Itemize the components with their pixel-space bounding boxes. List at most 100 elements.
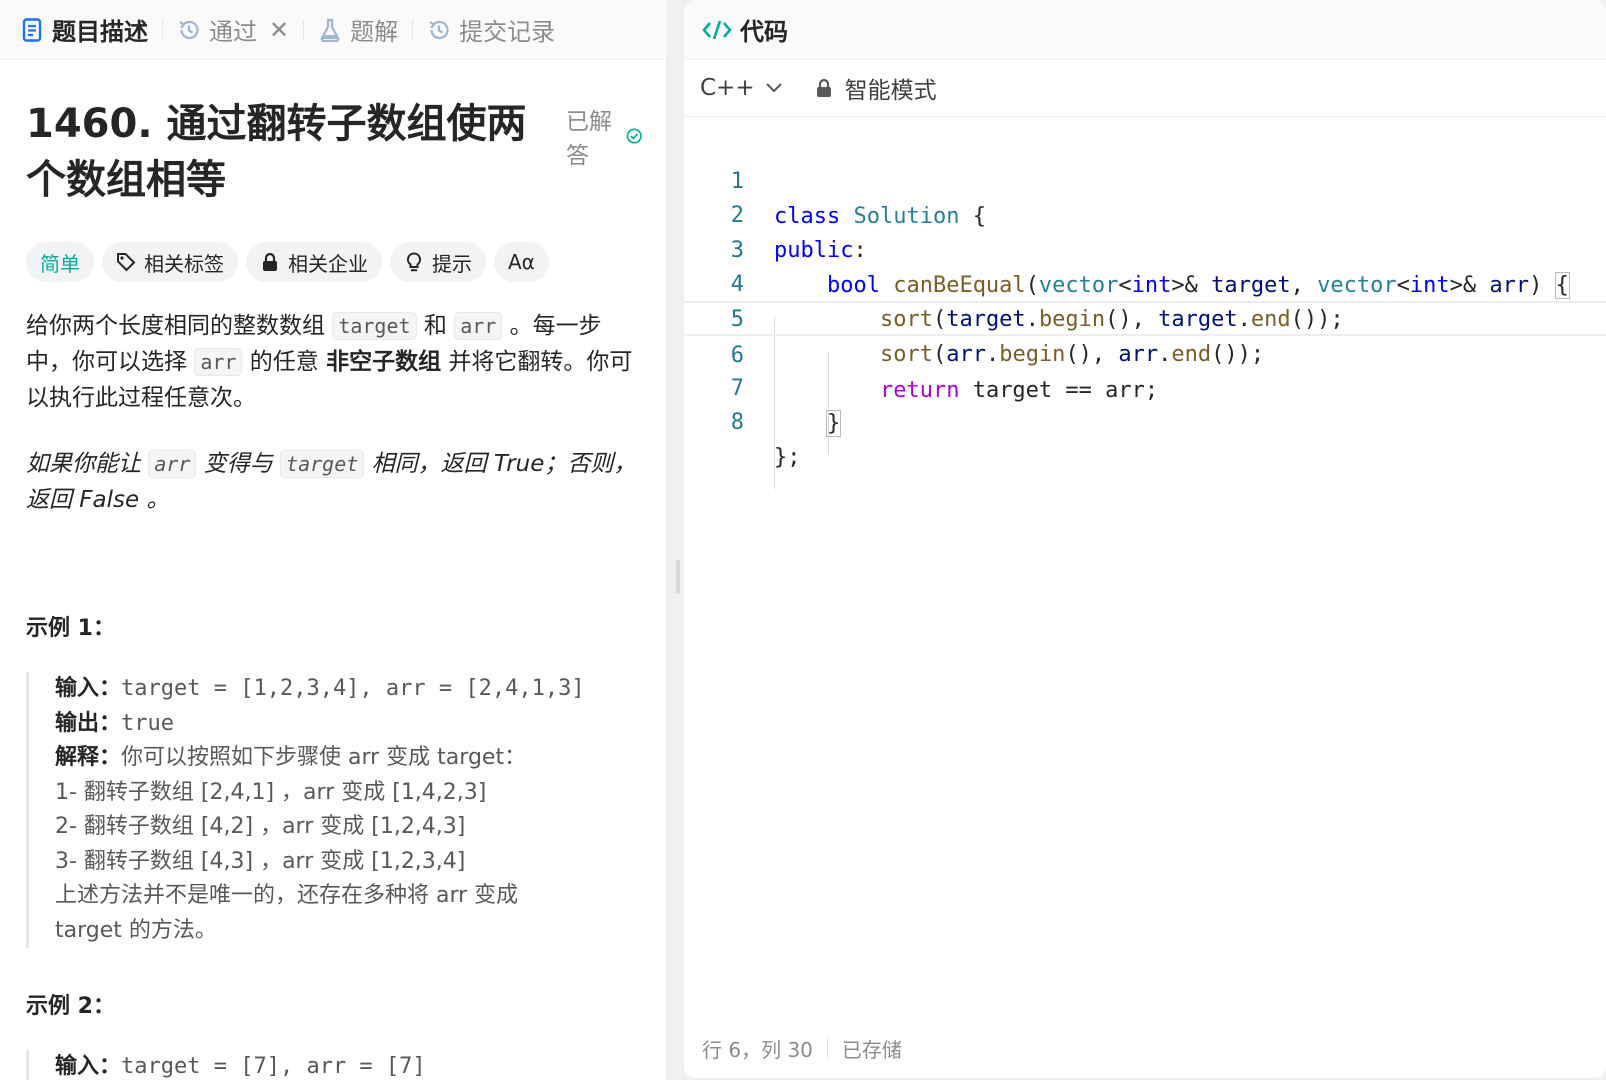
example-2-block: 输入：target = [7], arr = [7] bbox=[26, 1050, 642, 1080]
lightbulb-icon bbox=[404, 252, 424, 272]
inline-code: target bbox=[280, 450, 365, 478]
companies-button[interactable]: 相关企业 bbox=[246, 242, 382, 282]
tab-divider bbox=[412, 18, 414, 41]
tab-submissions[interactable]: 提交记录 bbox=[427, 0, 555, 60]
companies-label: 相关企业 bbox=[288, 251, 368, 276]
example-line: 解释：你可以按照如下步骤使 arr 变成 target： bbox=[55, 741, 642, 776]
close-icon[interactable]: ✕ bbox=[269, 16, 289, 44]
tab-accepted-label: 通过 bbox=[209, 18, 257, 46]
example-explain-text: 1- 翻转子数组 [2,4,1] ，arr 变成 [1,4,2,3] bbox=[55, 779, 487, 805]
statement-text: 给你两个长度相同的整数数组 bbox=[26, 313, 333, 339]
flask-icon bbox=[318, 17, 342, 43]
editor-status-bar: 行 6，列 30 已存储 bbox=[684, 1018, 1606, 1078]
example-explain-text: 3- 翻转子数组 [4,3] ，arr 变成 [1,2,3,4] bbox=[55, 848, 466, 874]
hint-label: 提示 bbox=[432, 251, 472, 276]
example-1-title: 示例 1： bbox=[26, 616, 115, 641]
statement-text: 变得与 bbox=[196, 451, 281, 477]
inline-code: arr bbox=[454, 312, 503, 340]
problem-return-statement: 如果你能让 arr 变得与 target 相同，返回 True；否则，返回 Fa… bbox=[26, 446, 642, 518]
problem-description: 1460. 通过翻转子数组使两个数组相等 已解答 简单 相关标签 相关企业 提示… bbox=[0, 96, 666, 1080]
problem-statement: 给你两个长度相同的整数数组 target 和 arr 。每一步中，你可以选择 a… bbox=[26, 308, 642, 416]
example-line: 输入：target = [7], arr = [7] bbox=[55, 1050, 642, 1080]
code-text: }; bbox=[774, 445, 801, 470]
save-status: 已存储 bbox=[841, 1037, 902, 1062]
inline-code: arr bbox=[194, 348, 243, 376]
statement-bold: 非空子数组 bbox=[326, 349, 442, 375]
language-label: C++ bbox=[700, 75, 755, 101]
code-line[interactable]: 4 sort(target.begin(), target.end()); bbox=[684, 232, 1606, 332]
example-explain-text: 上述方法并不是唯一的，还存在多种将 arr 变成 bbox=[55, 883, 519, 908]
font-size-icon: Aα bbox=[508, 250, 535, 274]
example-explain-text: target 的方法。 bbox=[55, 917, 217, 943]
language-select[interactable]: C++ bbox=[700, 75, 783, 101]
drag-grip[interactable] bbox=[676, 560, 680, 594]
tab-solutions-label: 题解 bbox=[350, 18, 399, 46]
example-input: target = [1,2,3,4], arr = [2,4,1,3] bbox=[121, 676, 585, 701]
example-explain-label: 解释： bbox=[55, 745, 122, 770]
code-line[interactable]: 1 class Solution { bbox=[684, 129, 1606, 229]
code-panel-title: 代码 bbox=[740, 18, 788, 46]
code-icon bbox=[702, 20, 732, 39]
example-output-label: 输出： bbox=[55, 710, 122, 736]
hint-button[interactable]: 提示 bbox=[390, 242, 486, 282]
line-number: 8 bbox=[730, 410, 744, 435]
code-text: } bbox=[825, 410, 842, 437]
solved-status: 已解答 bbox=[566, 102, 642, 170]
example-line: 输入：target = [1,2,3,4], arr = [2,4,1,3] bbox=[55, 672, 642, 707]
lock-icon bbox=[816, 78, 831, 97]
editor-toolbar: C++ 智能模式 bbox=[684, 60, 1606, 117]
difficulty-label: 简单 bbox=[40, 251, 80, 276]
smart-mode-label: 智能模式 bbox=[844, 78, 937, 104]
statement-text: 和 bbox=[416, 313, 455, 339]
status-divider bbox=[826, 1038, 828, 1058]
code-line[interactable]: 2 public: bbox=[684, 163, 1606, 263]
inline-code: target bbox=[332, 312, 417, 340]
code-line[interactable]: 8 }; bbox=[684, 370, 1606, 470]
example-1-block: 输入：target = [1,2,3,4], arr = [2,4,1,3] 输… bbox=[26, 672, 642, 948]
example-input-label: 输入： bbox=[55, 1054, 122, 1079]
tab-accepted[interactable]: 通过 ✕ bbox=[177, 0, 289, 60]
tab-divider bbox=[303, 18, 305, 41]
tab-description[interactable]: 题目描述 bbox=[20, 0, 148, 60]
code-editor[interactable]: 1 class Solution { 2 public: 3 bool canB… bbox=[684, 117, 1606, 997]
code-line[interactable]: 7 } bbox=[684, 336, 1606, 437]
problem-tabs: 题目描述 通过 ✕ 题解 提交记录 bbox=[0, 0, 666, 60]
history-icon bbox=[177, 17, 201, 43]
lock-icon bbox=[260, 252, 280, 272]
font-size-button[interactable]: Aα bbox=[494, 242, 549, 282]
example-explain-text: 你可以按照如下步骤使 arr 变成 target： bbox=[121, 745, 527, 770]
example-input-label: 输入： bbox=[55, 676, 122, 701]
tab-divider bbox=[162, 18, 163, 41]
inline-code: arr bbox=[148, 450, 197, 478]
problem-tags: 简单 相关标签 相关企业 提示 Aα bbox=[26, 242, 642, 282]
example-line: 输出：true bbox=[55, 707, 642, 742]
tab-submissions-label: 提交记录 bbox=[459, 18, 556, 46]
code-line[interactable]: 3 bool canBeEqual(vector<int>& target, v… bbox=[684, 198, 1606, 299]
code-panel: 代码 C++ 智能模式 1 class Solution { 2 public:… bbox=[684, 0, 1606, 1078]
solved-label: 已解答 bbox=[566, 109, 612, 169]
example-2-title: 示例 2： bbox=[26, 994, 115, 1019]
tab-solutions[interactable]: 题解 bbox=[318, 0, 398, 60]
chevron-down-icon bbox=[765, 83, 782, 93]
code-line-current[interactable]: 6 return target == arr; bbox=[684, 301, 1606, 403]
code-panel-header: 代码 bbox=[684, 0, 1606, 60]
problem-title[interactable]: 1460. 通过翻转子数组使两个数组相等 bbox=[26, 96, 546, 208]
difficulty-badge: 简单 bbox=[26, 242, 94, 282]
cursor-position: 行 6，列 30 bbox=[702, 1037, 813, 1062]
document-icon bbox=[20, 17, 44, 43]
problem-panel: 题目描述 通过 ✕ 题解 提交记录 1460. 通过翻转子数组使两个数组相等 已… bbox=[0, 0, 666, 1080]
example-input: target = [7], arr = [7] bbox=[121, 1054, 426, 1079]
check-circle-icon bbox=[626, 128, 642, 144]
example-output: true bbox=[121, 710, 174, 736]
related-tags-button[interactable]: 相关标签 bbox=[102, 242, 238, 282]
example-explain-text: 2- 翻转子数组 [4,2] ，arr 变成 [1,2,4,3] bbox=[55, 814, 466, 839]
tag-icon bbox=[116, 252, 136, 272]
tab-description-label: 题目描述 bbox=[52, 18, 148, 46]
statement-text: 的任意 bbox=[242, 349, 327, 375]
history-icon bbox=[427, 17, 451, 43]
code-line[interactable]: 5 sort(arr.begin(), arr.end()); bbox=[684, 267, 1606, 367]
related-tags-label: 相关标签 bbox=[144, 251, 224, 276]
statement-text: 如果你能让 bbox=[26, 451, 149, 477]
smart-mode-toggle[interactable]: 智能模式 bbox=[815, 71, 937, 105]
title-row: 1460. 通过翻转子数组使两个数组相等 已解答 bbox=[26, 96, 642, 212]
